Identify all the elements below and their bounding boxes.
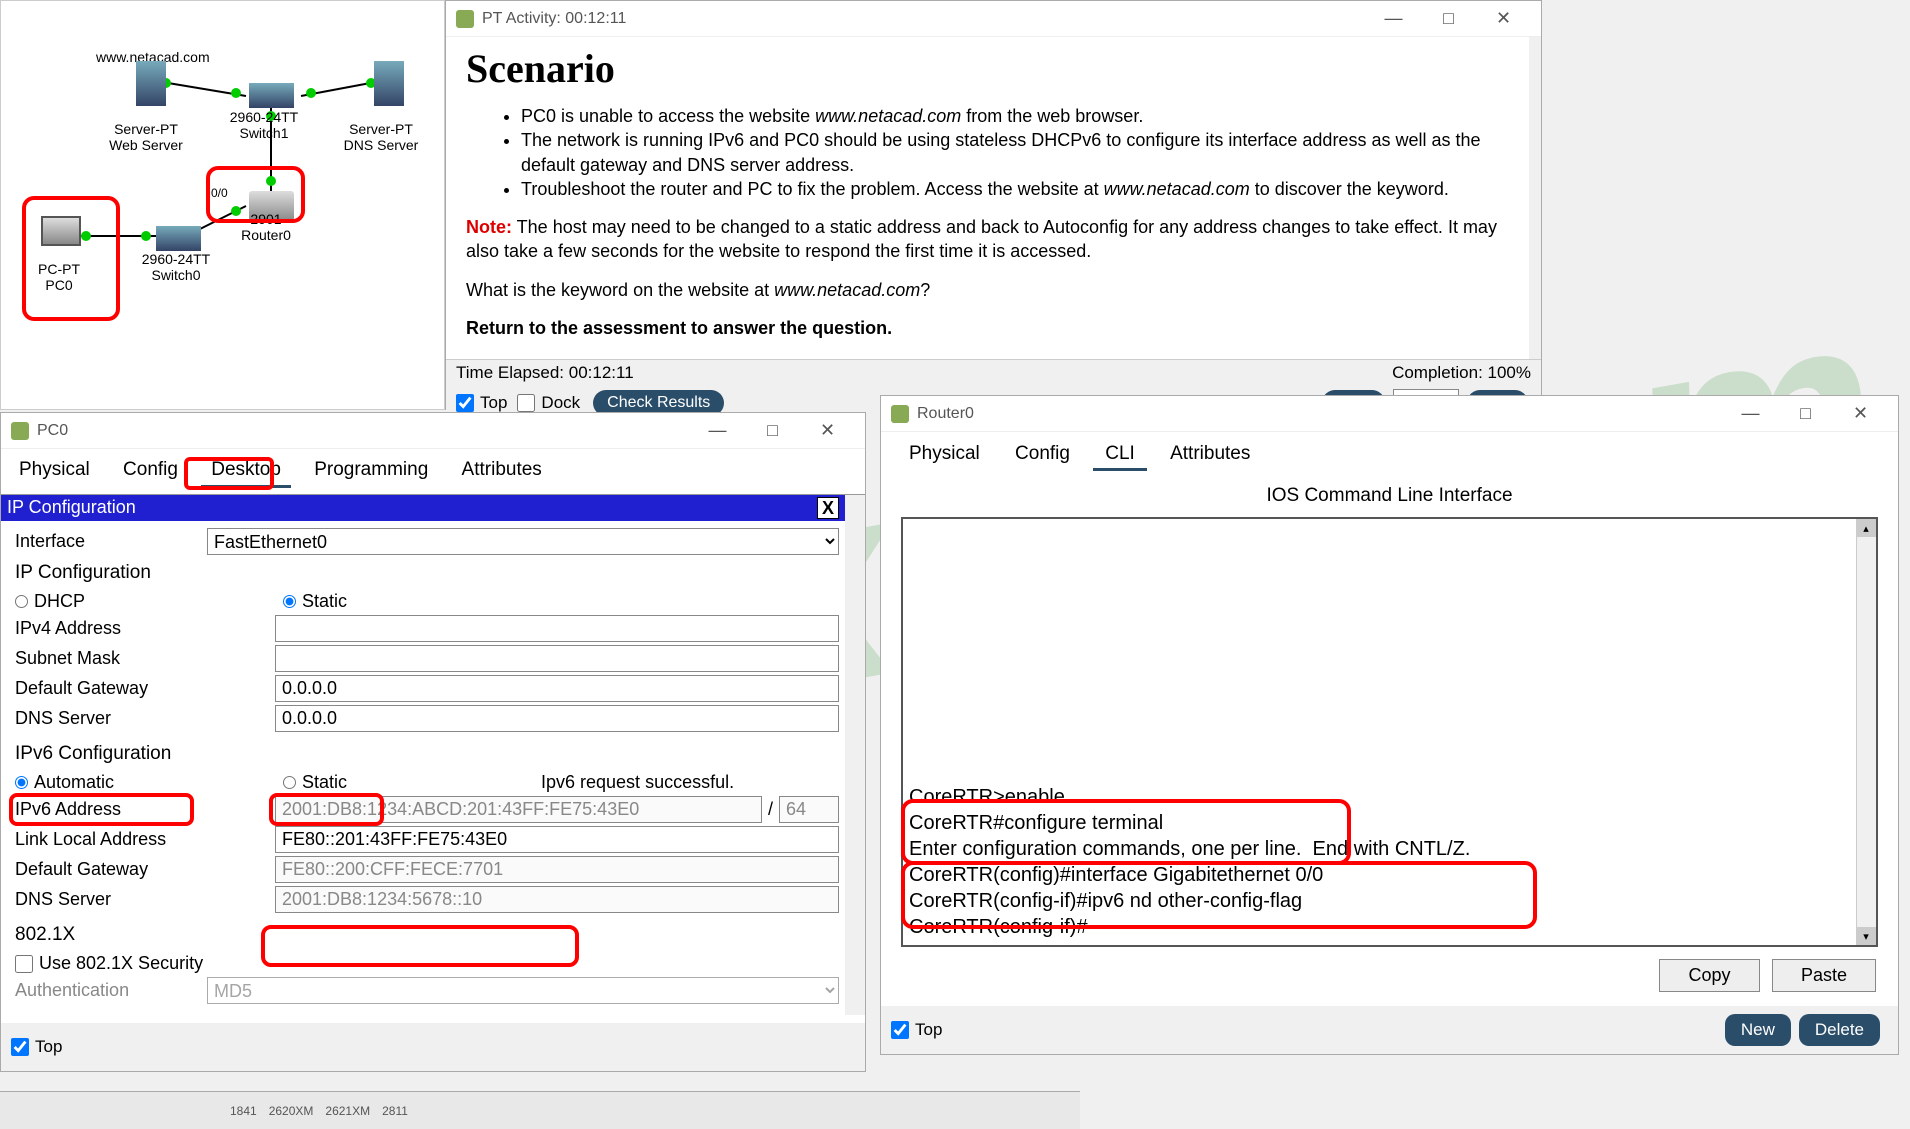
tab-physical[interactable]: Physical (9, 455, 100, 485)
tab-config[interactable]: Config (113, 455, 188, 485)
maximize-icon[interactable]: □ (1778, 396, 1833, 432)
pc0-window: PC0 — □ ✕ Physical Config Desktop Progra… (0, 412, 866, 1072)
maximize-icon[interactable]: □ (1421, 1, 1476, 37)
pta-title: PT Activity: 00:12:11 (482, 10, 626, 28)
static6-radio[interactable] (283, 776, 296, 789)
interface-select[interactable]: FastEthernet0 (207, 528, 839, 555)
highlight-static6 (269, 793, 384, 826)
web-server-icon[interactable] (136, 61, 166, 106)
auth-select[interactable]: MD5 (207, 977, 839, 1004)
highlight-automatic (9, 793, 194, 826)
note-text: Note: The host may need to be changed to… (466, 215, 1509, 264)
close-icon[interactable]: ✕ (1833, 396, 1888, 432)
tab-config[interactable]: Config (1003, 440, 1082, 468)
router0-window: Router0 — □ ✕ Physical Config CLI Attrib… (880, 395, 1899, 1055)
gateway-input[interactable] (275, 675, 839, 702)
auto-radio[interactable] (15, 776, 28, 789)
topology-canvas[interactable]: www.netacad.com Server-PTWeb Server 2960… (0, 0, 445, 410)
dns6-input[interactable] (275, 886, 839, 913)
highlight-pc0 (22, 196, 120, 321)
subnet-label: Subnet Mask (7, 648, 275, 669)
bullet-2: The network is running IPv6 and PC0 shou… (521, 128, 1509, 177)
dock-checkbox[interactable] (517, 394, 535, 412)
tab-cli[interactable]: CLI (1093, 440, 1147, 471)
question-text: What is the keyword on the website at ww… (466, 278, 1509, 302)
pc0-bottombar: Top (1, 1023, 865, 1071)
switch0-label: 2960-24TTSwitch0 (131, 251, 221, 283)
use-8021x-checkbox[interactable] (15, 955, 33, 973)
cli-heading: IOS Command Line Interface (881, 479, 1898, 513)
pta-titlebar[interactable]: PT Activity: 00:12:11 — □ ✕ (446, 1, 1541, 37)
dock-label: Dock (541, 393, 580, 413)
switch1-label: 2960-24TTSwitch1 (219, 109, 309, 141)
auth-label: Authentication (7, 980, 207, 1001)
completion-label: Completion: 100% (1392, 363, 1531, 383)
ipv6-status: Ipv6 request successful. (541, 772, 734, 793)
dns-input[interactable] (275, 705, 839, 732)
top-checkbox[interactable] (11, 1038, 29, 1056)
router-titlebar[interactable]: Router0 — □ ✕ (881, 396, 1898, 432)
subnet-input[interactable] (275, 645, 839, 672)
dhcp-radio[interactable] (15, 595, 28, 608)
minimize-icon[interactable]: — (1723, 396, 1778, 432)
ipv4-label: IPv4 Address (7, 618, 275, 639)
close-panel-icon[interactable]: X (817, 497, 839, 519)
link-local-label: Link Local Address (7, 829, 275, 850)
switch0-icon[interactable] (156, 226, 201, 251)
link-local-input[interactable] (275, 826, 839, 853)
top-checkbox[interactable] (456, 394, 474, 412)
delete-button[interactable]: Delete (1799, 1014, 1880, 1046)
close-icon[interactable]: ✕ (1476, 1, 1531, 37)
top-checkbox[interactable] (891, 1021, 909, 1039)
dns-label: DNS Server (7, 708, 275, 729)
pt-icon (11, 422, 29, 440)
maximize-icon[interactable]: □ (745, 413, 800, 449)
tab-programming[interactable]: Programming (304, 455, 438, 485)
dns-server-label: Server-PTDNS Server (331, 121, 431, 153)
pt-icon (456, 10, 474, 28)
copy-button[interactable]: Copy (1659, 959, 1759, 992)
tab-attributes[interactable]: Attributes (1158, 440, 1262, 468)
highlight-router (206, 166, 305, 223)
dns-server-icon[interactable] (374, 61, 404, 106)
interface-label: Interface (7, 531, 207, 552)
highlight-dns6 (261, 925, 579, 967)
pt-icon (891, 405, 909, 423)
top-label: Top (480, 393, 507, 413)
paste-button[interactable]: Paste (1772, 959, 1876, 992)
pc0-titlebar[interactable]: PC0 — □ ✕ (1, 413, 865, 449)
tab-physical[interactable]: Physical (897, 440, 992, 468)
new-button[interactable]: New (1725, 1014, 1791, 1046)
router-title: Router0 (917, 405, 974, 423)
static-radio[interactable] (283, 595, 296, 608)
switch1-icon[interactable] (249, 83, 294, 108)
ip-config-heading: IP Configuration (7, 558, 839, 588)
device-strip: 1841 2620XM 2621XM 2811 (0, 1091, 1080, 1129)
gateway6-input[interactable] (275, 856, 839, 883)
ip-config-header: IP Configuration X (1, 495, 845, 521)
pc0-title: PC0 (37, 422, 68, 440)
ipv6-prefix-input[interactable] (779, 796, 839, 823)
highlight-desktop-tab (184, 457, 274, 490)
return-text: Return to the assessment to answer the q… (466, 316, 1509, 340)
close-icon[interactable]: ✕ (800, 413, 855, 449)
gateway6-label: Default Gateway (7, 859, 275, 880)
time-elapsed: Time Elapsed: 00:12:11 (456, 363, 634, 383)
minimize-icon[interactable]: — (690, 413, 745, 449)
minimize-icon[interactable]: — (1366, 1, 1421, 37)
scenario-heading: Scenario (466, 45, 1509, 92)
web-server-label: Server-PTWeb Server (101, 121, 191, 153)
pt-activity-window: PT Activity: 00:12:11 — □ ✕ Scenario PC0… (445, 0, 1542, 410)
ipv6-config-heading: IPv6 Configuration (7, 735, 839, 769)
ipv4-input[interactable] (275, 615, 839, 642)
tab-attributes[interactable]: Attributes (452, 455, 552, 485)
bullet-3: Troubleshoot the router and PC to fix th… (521, 177, 1509, 201)
highlight-cli-config (901, 861, 1537, 929)
dns6-label: DNS Server (7, 889, 275, 910)
bullet-1: PC0 is unable to access the website www.… (521, 104, 1509, 128)
cli-scrollbar[interactable]: ▴ ▾ (1856, 519, 1876, 945)
router-bottombar: Top New Delete (881, 1006, 1898, 1054)
gateway-label: Default Gateway (7, 678, 275, 699)
highlight-cli-top (901, 799, 1351, 865)
